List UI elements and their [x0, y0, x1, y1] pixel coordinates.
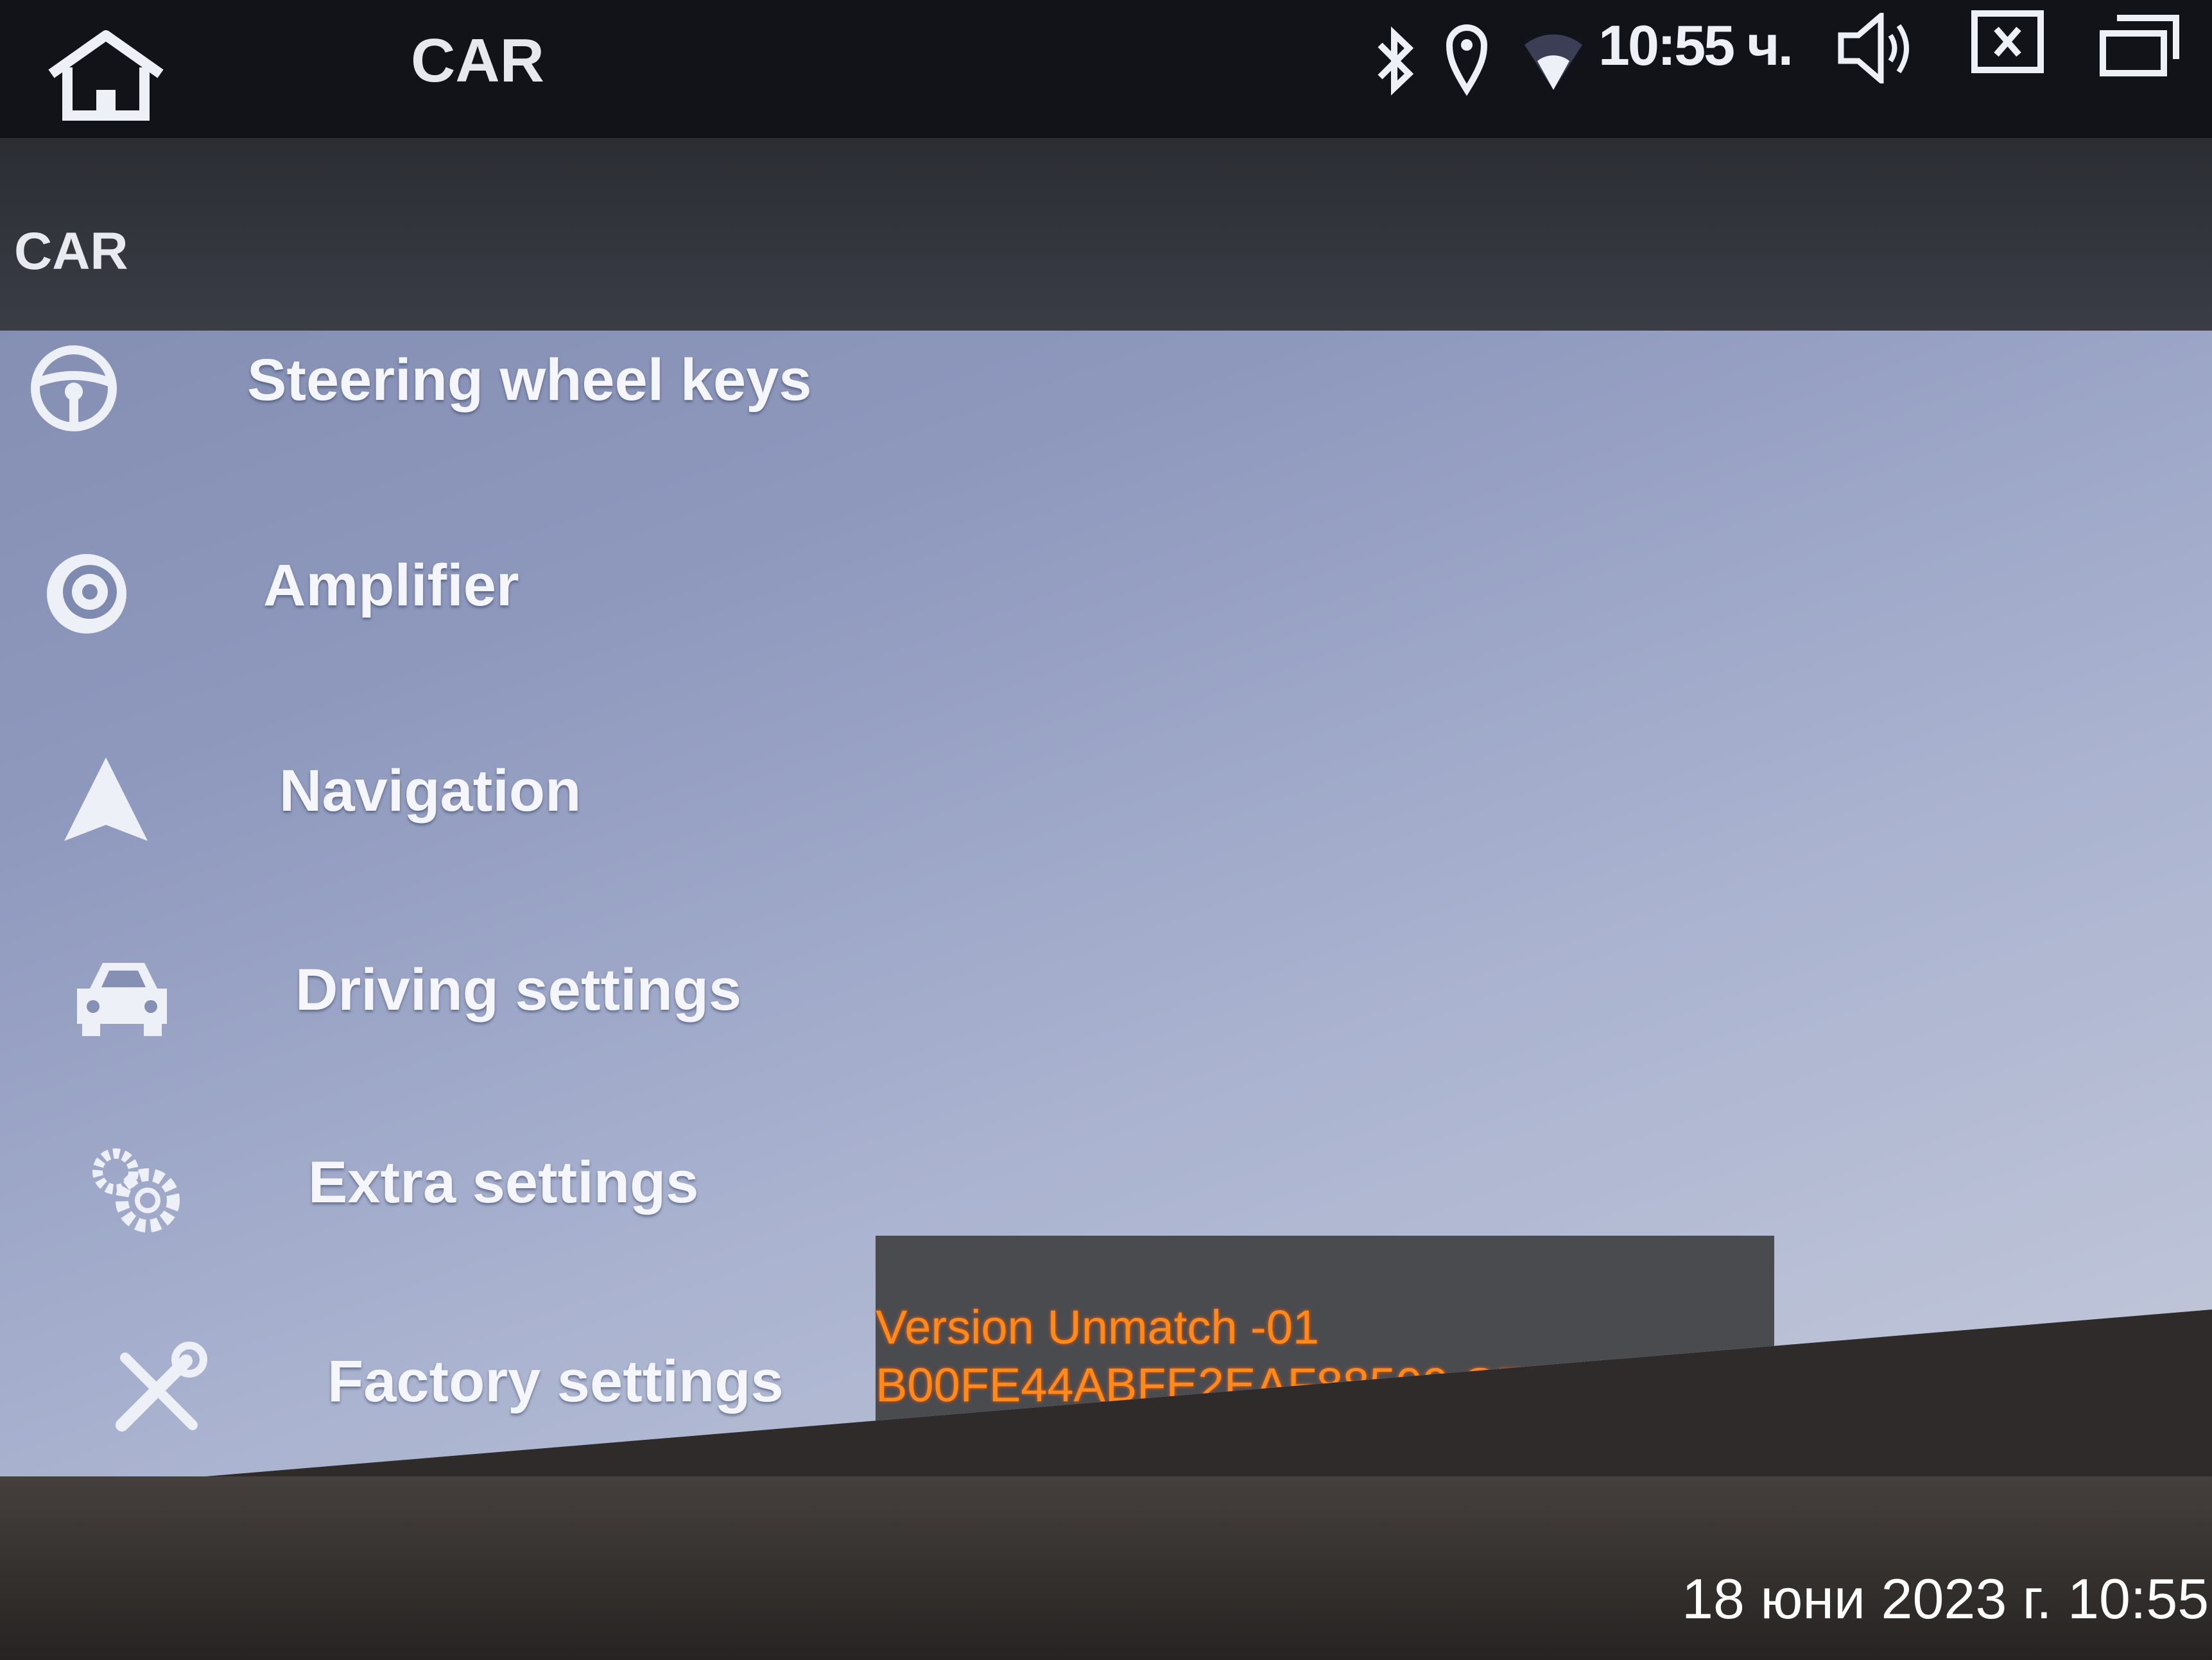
menu-item-label: Amplifier: [263, 553, 519, 618]
car-settings-screen: CAR 10:55 ч. CAR Steering wheel keys Amp…: [0, 0, 2212, 1489]
app-title: CAR: [411, 26, 544, 95]
menu-item-label: Driving settings: [295, 957, 742, 1023]
menu-item-label: Steering wheel keys: [247, 347, 812, 413]
speaker-icon: [47, 554, 126, 634]
page-header: [0, 138, 2212, 331]
menu-item-amplifier[interactable]: Amplifier: [39, 526, 937, 655]
menu-item-steering-wheel-keys[interactable]: Steering wheel keys: [26, 321, 924, 449]
menu-item-extra-settings[interactable]: Extra settings: [87, 1123, 985, 1252]
menu-item-driving-settings[interactable]: Driving settings: [71, 931, 969, 1059]
volume-icon[interactable]: [1836, 13, 1913, 83]
menu-item-factory-settings[interactable]: Factory settings: [109, 1322, 1008, 1451]
location-icon: [1446, 24, 1488, 96]
car-icon: [77, 963, 167, 1036]
wifi-icon: [1525, 34, 1582, 90]
menu-item-label: Navigation: [279, 758, 582, 824]
tools-icon: [116, 1342, 207, 1431]
navigation-arrow-icon: [64, 757, 148, 841]
bluetooth-icon: [1378, 26, 1414, 96]
menu-item-label: Extra settings: [308, 1150, 699, 1215]
version-line-2: B00FE44ABFE2EAF88500 CZ 00000000: [876, 1358, 1750, 1412]
page-title: CAR: [14, 222, 128, 281]
gears-icon: [92, 1148, 180, 1232]
recent-apps-icon[interactable]: [2099, 13, 2182, 77]
menu-item-label: Factory settings: [327, 1349, 784, 1414]
home-icon[interactable]: [39, 29, 173, 125]
menu-item-navigation[interactable]: Navigation: [58, 732, 956, 860]
version-line-1: Version Unmatch -01: [876, 1301, 1320, 1354]
version-mismatch-overlay: Version Unmatch -01 B00FE44ABFE2EAF88500…: [876, 1236, 1774, 1428]
clock: 10:55 ч.: [1598, 13, 1793, 77]
steering-wheel-icon: [31, 345, 117, 431]
photo-timestamp: 18 юни 2023 г. 10:55 ч: [1682, 1567, 2212, 1630]
close-window-icon[interactable]: [1971, 10, 2044, 74]
status-bar: CAR 10:55 ч.: [0, 0, 2212, 138]
